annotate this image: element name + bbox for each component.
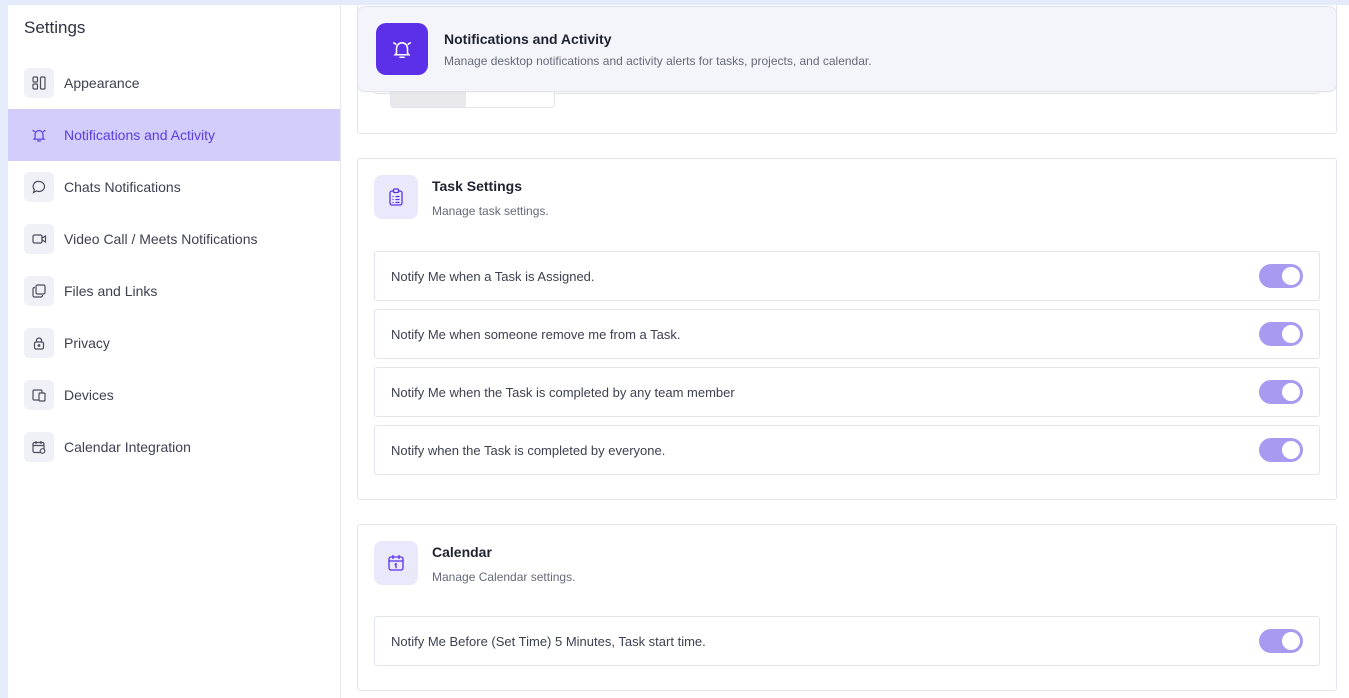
clipboard-icon: [374, 175, 418, 219]
settings-nav: Appearance Notifications and Activity Ch…: [8, 57, 340, 473]
sidebar-item-label: Chats Notifications: [64, 179, 181, 195]
devices-icon: [24, 380, 54, 410]
option-row-task-assigned: Notify Me when a Task is Assigned.: [374, 251, 1320, 301]
video-icon: [24, 224, 54, 254]
option-label: Notify Me Before (Set Time) 5 Minutes, T…: [391, 633, 706, 649]
option-row-task-completed-everyone: Notify when the Task is completed by eve…: [374, 425, 1320, 475]
settings-app: Settings Appearance Notifications and Ac…: [8, 5, 1349, 698]
chat-icon: [24, 172, 54, 202]
page-description: Manage desktop notifications and activit…: [444, 53, 872, 68]
section-description: Manage task settings.: [432, 204, 549, 218]
partial-segmented-control[interactable]: [390, 90, 555, 108]
task-assigned-toggle[interactable]: [1259, 264, 1303, 288]
task-completed-member-toggle[interactable]: [1259, 380, 1303, 404]
task-start-reminder-toggle[interactable]: [1259, 629, 1303, 653]
section-title: Task Settings: [432, 178, 522, 194]
option-label: Notify Me when a Task is Assigned.: [391, 268, 595, 284]
bell-icon: [24, 120, 54, 150]
option-label: Notify when the Task is completed by eve…: [391, 442, 666, 458]
sidebar-item-calendar-integration[interactable]: Calendar Integration: [8, 421, 340, 473]
settings-sidebar: Settings Appearance Notifications and Ac…: [8, 5, 341, 698]
section-description: Manage Calendar settings.: [432, 570, 576, 584]
sidebar-title: Settings: [24, 18, 86, 37]
sidebar-item-chats[interactable]: Chats Notifications: [8, 161, 340, 213]
calendar-icon: [374, 541, 418, 585]
option-row-task-removed: Notify Me when someone remove me from a …: [374, 309, 1320, 359]
section-title: Calendar: [432, 544, 492, 560]
option-row-task-completed-member: Notify Me when the Task is completed by …: [374, 367, 1320, 417]
task-completed-everyone-toggle[interactable]: [1259, 438, 1303, 462]
calendar-settings-header: Calendar Manage Calendar settings.: [374, 541, 575, 585]
bell-icon: [376, 23, 428, 75]
option-label: Notify Me when the Task is completed by …: [391, 384, 735, 400]
sidebar-item-label: Files and Links: [64, 283, 158, 299]
sidebar-item-devices[interactable]: Devices: [8, 369, 340, 421]
sidebar-item-appearance[interactable]: Appearance: [8, 57, 340, 109]
page-header: Notifications and Activity Manage deskto…: [357, 6, 1337, 92]
layout-icon: [24, 68, 54, 98]
sidebar-item-label: Notifications and Activity: [64, 127, 215, 143]
sidebar-item-privacy[interactable]: Privacy: [8, 317, 340, 369]
calendar-settings-card: Calendar Manage Calendar settings. Notif…: [357, 524, 1337, 691]
sidebar-item-label: Privacy: [64, 335, 110, 351]
sidebar-item-label: Devices: [64, 387, 114, 403]
sidebar-item-label: Calendar Integration: [64, 439, 191, 455]
option-label: Notify Me when someone remove me from a …: [391, 326, 681, 342]
calendar-sync-icon: [24, 432, 54, 462]
settings-main: Notifications and Activity Manage deskto…: [341, 5, 1349, 698]
files-icon: [24, 276, 54, 306]
task-settings-header: Task Settings Manage task settings.: [374, 175, 549, 219]
option-row-task-start-reminder: Notify Me Before (Set Time) 5 Minutes, T…: [374, 616, 1320, 666]
task-settings-card: Task Settings Manage task settings. Noti…: [357, 158, 1337, 500]
sidebar-item-files[interactable]: Files and Links: [8, 265, 340, 317]
sidebar-item-video-call[interactable]: Video Call / Meets Notifications: [8, 213, 340, 265]
task-removed-toggle[interactable]: [1259, 322, 1303, 346]
sidebar-item-label: Video Call / Meets Notifications: [64, 231, 258, 247]
sidebar-item-notifications[interactable]: Notifications and Activity: [8, 109, 340, 161]
lock-icon: [24, 328, 54, 358]
page-title: Notifications and Activity: [444, 30, 612, 47]
sidebar-item-label: Appearance: [64, 75, 140, 91]
